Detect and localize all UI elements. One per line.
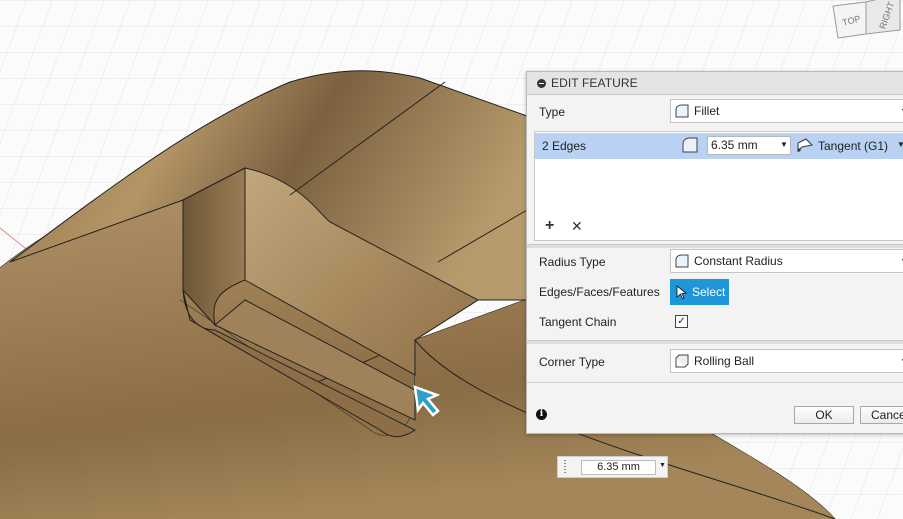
tangent-chain-checkbox[interactable]: ✓ <box>675 315 688 328</box>
tangent-chain-label: Tangent Chain <box>539 315 617 329</box>
tangent-icon <box>796 137 814 156</box>
select-cursor-icon <box>676 285 687 299</box>
type-dropdown[interactable]: Fillet ▼ <box>670 99 903 123</box>
info-icon[interactable]: i <box>536 409 547 420</box>
rolling-ball-icon <box>675 354 689 368</box>
corner-type-dropdown[interactable]: Rolling Ball ▼ <box>670 349 903 373</box>
type-row: Type Fillet ▼ <box>527 96 903 126</box>
radius-input[interactable]: 6.35 mm <box>707 136 791 155</box>
collapse-icon[interactable] <box>537 78 546 88</box>
cancel-button[interactable]: Cance <box>860 406 903 424</box>
select-button[interactable]: Select <box>670 279 729 305</box>
panel-title: EDIT FEATURE <box>551 76 638 90</box>
tangency-value[interactable]: Tangent (G1) <box>818 139 888 153</box>
constant-radius-icon <box>675 254 689 268</box>
corner-type-label: Corner Type <box>539 355 605 369</box>
divider <box>527 382 903 383</box>
panel-header: EDIT FEATURE <box>527 72 903 95</box>
tangency-dropdown-icon[interactable]: ▼ <box>897 140 903 149</box>
edges-faces-features-label: Edges/Faces/Features <box>539 285 660 299</box>
fillet-icon <box>675 104 689 118</box>
chevron-down-icon[interactable]: ▼ <box>659 462 666 469</box>
corner-type-value: Rolling Ball <box>694 354 755 368</box>
divider <box>527 340 903 344</box>
radius-dropdown-icon[interactable]: ▼ <box>780 140 788 149</box>
floating-dimension-input[interactable]: 6.35 mm ▼ <box>557 456 668 478</box>
dimension-value-field[interactable]: 6.35 mm <box>581 460 656 475</box>
plus-icon[interactable]: + <box>545 218 554 234</box>
edit-feature-panel: EDIT FEATURE Type Fillet ▼ 2 Edges 6.35 … <box>526 71 903 434</box>
edge-set-label: 2 Edges <box>542 139 587 153</box>
divider <box>527 244 903 248</box>
type-value: Fillet <box>694 104 720 118</box>
type-label: Type <box>539 105 566 119</box>
delete-icon[interactable]: ✕ <box>571 219 583 233</box>
fillet-radius-icon <box>682 137 698 156</box>
cursor-icon <box>411 383 443 420</box>
edge-set-row[interactable]: 2 Edges 6.35 mm ▼ Tangent (G1) ▼ <box>535 133 903 159</box>
edges-selection-list: 2 Edges 6.35 mm ▼ Tangent (G1) ▼ + ✕ <box>534 131 903 241</box>
radius-type-label: Radius Type <box>539 255 606 269</box>
radius-type-value: Constant Radius <box>694 254 783 268</box>
ok-button[interactable]: OK <box>794 406 854 424</box>
view-cube[interactable]: TOP RIGHT <box>830 0 903 50</box>
drag-handle[interactable] <box>564 460 566 474</box>
select-button-label: Select <box>692 285 726 299</box>
radius-type-dropdown[interactable]: Constant Radius ▼ <box>670 249 903 273</box>
